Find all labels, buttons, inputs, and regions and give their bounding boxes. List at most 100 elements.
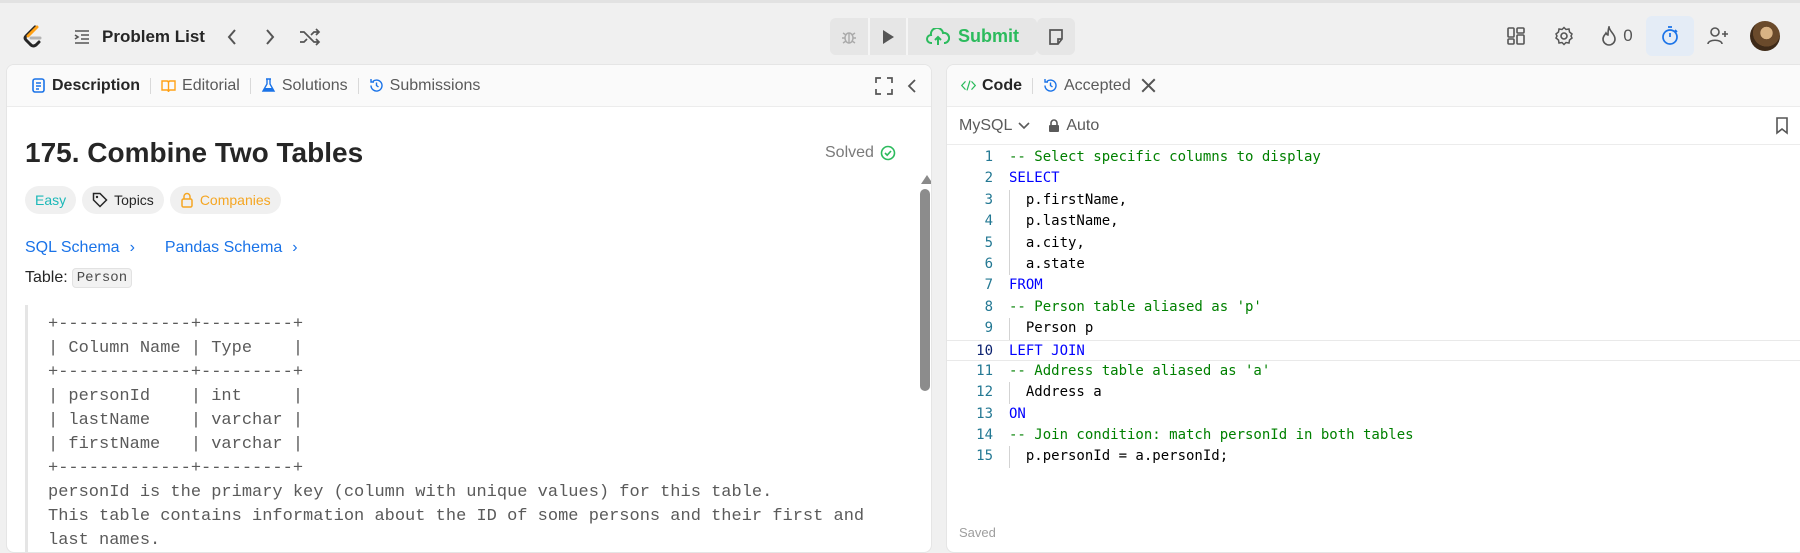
table-label: Table: [25, 269, 68, 286]
code-tabbar: Code Accepted [947, 65, 1800, 107]
code-line[interactable]: 13 ON [947, 404, 1800, 425]
timer-button[interactable] [1646, 16, 1694, 56]
code-text: FROM [1009, 277, 1043, 294]
debug-button[interactable] [830, 18, 868, 55]
avatar[interactable] [1750, 21, 1780, 51]
indent-guide [1009, 189, 1010, 212]
indent-guide [1009, 253, 1010, 276]
line-number: 7 [984, 277, 993, 294]
code-line[interactable]: 2 SELECT [947, 168, 1800, 189]
line-number: 3 [984, 191, 993, 208]
saved-status: Saved [959, 525, 996, 540]
prev-problem-button[interactable] [218, 23, 246, 51]
topics-label: Topics [114, 192, 154, 208]
line-number: 15 [976, 448, 993, 465]
tab-editorial[interactable]: Editorial [151, 65, 250, 107]
language-select[interactable]: MySQL [959, 117, 1030, 135]
tab-accepted-label: Accepted [1064, 76, 1131, 94]
history-icon [369, 79, 383, 92]
pandas-schema-link[interactable]: Pandas Schema › [165, 239, 298, 257]
submit-button[interactable]: Submit [906, 18, 1037, 55]
code-text: p.lastName, [1009, 213, 1119, 230]
chevron-right-icon: › [292, 239, 298, 256]
tab-submissions[interactable]: Submissions [359, 65, 491, 107]
random-problem-button[interactable] [296, 23, 324, 51]
leetcode-logo-icon[interactable] [18, 23, 46, 51]
problem-list-button[interactable]: Problem List [72, 23, 205, 51]
line-number: 6 [984, 255, 993, 272]
code-line[interactable]: 14 -- Join condition: match personId in b… [947, 425, 1800, 446]
solved-label: Solved [825, 144, 874, 161]
bookmark-icon[interactable] [1775, 117, 1789, 135]
code-text: SELECT [1009, 170, 1060, 187]
expand-icon [875, 77, 893, 95]
code-line[interactable]: 4 p.lastName, [947, 211, 1800, 233]
auto-mode-toggle[interactable]: Auto [1048, 117, 1099, 135]
code-line[interactable]: 15 p.personId = a.personId; [947, 446, 1800, 468]
collapse-panel-button[interactable] [901, 75, 923, 97]
tab-accepted[interactable]: Accepted [1033, 65, 1166, 107]
line-number: 14 [976, 427, 993, 444]
add-user-icon [1707, 27, 1728, 45]
tab-submissions-label: Submissions [389, 76, 481, 94]
next-problem-button[interactable] [256, 23, 284, 51]
run-button[interactable] [868, 18, 906, 55]
scroll-up-arrow-icon[interactable] [921, 175, 931, 184]
problem-list-label: Problem List [102, 27, 205, 46]
check-circle-icon [880, 145, 896, 161]
flask-icon [261, 78, 276, 92]
tab-code[interactable]: Code [961, 65, 1032, 107]
layout-button[interactable] [1492, 16, 1540, 56]
code-line[interactable]: 9 Person p [947, 318, 1800, 340]
solved-status: Solved [825, 144, 896, 162]
line-number: 12 [976, 384, 993, 401]
indent-guide [1009, 446, 1010, 468]
chevron-down-icon [1018, 121, 1030, 129]
schema-links: SQL Schema › Pandas Schema › [25, 239, 298, 257]
code-text: a.city, [1009, 234, 1085, 251]
code-line[interactable]: 7 FROM [947, 275, 1800, 296]
code-line[interactable]: 12 Address a [947, 382, 1800, 404]
companies-label: Companies [199, 192, 271, 208]
close-icon[interactable] [1141, 78, 1156, 93]
flame-icon [1602, 26, 1617, 46]
streak-counter[interactable]: 0 [1588, 16, 1646, 56]
code-line[interactable]: 10 LEFT JOIN [947, 339, 1800, 361]
description-scrollbar[interactable] [919, 175, 931, 552]
topics-button[interactable]: Topics [82, 186, 164, 214]
code-text: -- Join condition: match personId in bot… [1009, 427, 1414, 444]
code-line[interactable]: 1 -- Select specific columns to display [947, 147, 1800, 168]
code-text: a.state [1009, 255, 1085, 272]
line-number: 13 [976, 405, 993, 422]
document-icon [32, 78, 45, 93]
scrollbar-thumb[interactable] [920, 189, 930, 391]
stopwatch-icon [1662, 26, 1678, 45]
code-line[interactable]: 5 a.city, [947, 232, 1800, 254]
cloud-upload-icon [926, 27, 950, 45]
companies-button[interactable]: Companies [169, 186, 281, 214]
tag-icon [92, 192, 108, 208]
notes-button[interactable] [1037, 18, 1075, 55]
invite-user-button[interactable] [1694, 16, 1742, 56]
chevron-left-icon [907, 79, 916, 93]
fullscreen-button[interactable] [873, 75, 895, 97]
auto-mode-label: Auto [1066, 116, 1100, 134]
line-number: 10 [976, 342, 993, 359]
bug-icon [842, 31, 856, 44]
indent-guide [1009, 232, 1010, 254]
tab-description[interactable]: Description [21, 65, 150, 107]
code-line[interactable]: 8 -- Person table aliased as 'p' [947, 297, 1800, 318]
chevron-right-icon [266, 29, 275, 45]
code-text: -- Person table aliased as 'p' [1009, 298, 1262, 315]
code-text: -- Address table aliased as 'a' [1009, 362, 1271, 379]
sql-schema-link[interactable]: SQL Schema › [25, 239, 135, 257]
problem-badges: Easy Topics Companies [25, 186, 281, 214]
code-line[interactable]: 6 a.state [947, 253, 1800, 276]
code-line[interactable]: 3 p.firstName, [947, 189, 1800, 212]
description-panel: Description Editorial Solutions Submissi… [6, 64, 932, 553]
settings-button[interactable] [1540, 16, 1588, 56]
description-tabbar: Description Editorial Solutions Submissi… [7, 65, 931, 107]
tab-solutions[interactable]: Solutions [251, 65, 358, 107]
code-editor[interactable]: 1 -- Select specific columns to display 2 S… [947, 147, 1800, 487]
code-line[interactable]: 11 -- Address table aliased as 'a' [947, 361, 1800, 382]
